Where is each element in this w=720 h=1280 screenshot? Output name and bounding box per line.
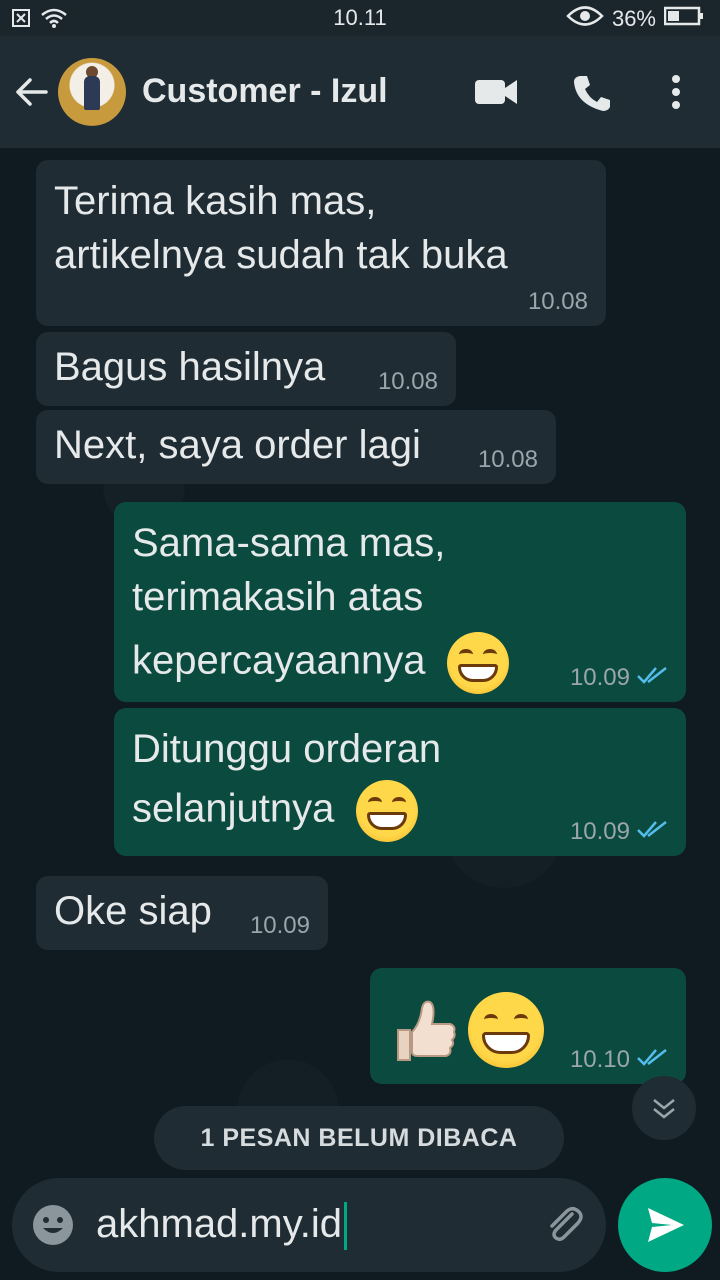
message-text: Terima kasih mas, — [54, 179, 377, 223]
message-time: 10.10 — [569, 1046, 630, 1073]
double-check-read-icon — [636, 818, 668, 846]
message-text: selanjutnya — [132, 786, 335, 831]
eye-icon — [566, 5, 604, 33]
scroll-to-bottom-button[interactable] — [632, 1076, 696, 1140]
phone-call-icon[interactable] — [572, 74, 612, 117]
message-incoming[interactable]: Terima kasih mas, artikelnya sudah tak b… — [36, 160, 606, 326]
message-text: Next, saya order lagi — [54, 423, 421, 467]
send-icon — [646, 1206, 686, 1249]
send-button[interactable] — [618, 1178, 712, 1272]
message-incoming[interactable]: Bagus hasilnya 10.08 — [36, 332, 456, 406]
message-time: 10.09 — [569, 818, 630, 845]
message-input[interactable]: akhmad.my.id — [96, 1202, 342, 1246]
message-text: Ditunggu orderan — [132, 727, 442, 771]
thumbs-up-icon — [388, 994, 460, 1066]
message-outgoing[interactable]: Ditunggu orderan selanjutnya 10.09 — [114, 708, 686, 856]
message-outgoing[interactable]: 10.10 — [370, 968, 686, 1084]
message-text: Oke siap — [54, 889, 212, 933]
text-cursor — [344, 1202, 348, 1251]
double-check-read-icon — [636, 1046, 668, 1074]
message-incoming[interactable]: Oke siap 10.09 — [36, 876, 328, 950]
video-call-icon[interactable] — [474, 74, 518, 115]
message-text: terimakasih atas — [132, 575, 424, 619]
contact-name[interactable]: Customer - Izul — [142, 72, 388, 111]
message-time: 10.09 — [249, 912, 310, 939]
message-composer[interactable]: akhmad.my.id — [12, 1178, 606, 1272]
attachment-icon[interactable] — [542, 1202, 586, 1251]
more-options-icon[interactable] — [664, 74, 688, 115]
unread-messages-banner[interactable]: 1 PESAN BELUM DIBACA — [154, 1106, 564, 1170]
message-time: 10.08 — [527, 288, 588, 315]
grinning-face-icon — [446, 632, 509, 694]
message-time: 10.09 — [569, 664, 630, 691]
back-arrow-icon[interactable] — [14, 74, 50, 115]
grinning-face-icon — [355, 780, 418, 842]
contact-avatar[interactable] — [58, 58, 126, 126]
message-text: artikelnya sudah tak buka — [54, 233, 508, 277]
message-outgoing[interactable]: Sama-sama mas, terimakasih atas kepercay… — [114, 502, 686, 702]
message-time: 10.08 — [477, 446, 538, 473]
message-incoming[interactable]: Next, saya order lagi 10.08 — [36, 410, 556, 484]
double-check-read-icon — [636, 664, 668, 692]
grinning-face-icon — [468, 992, 544, 1068]
chat-header: Customer - Izul — [0, 36, 720, 148]
chevron-double-down-icon — [650, 1094, 678, 1127]
status-bar: 10.11 36% — [0, 0, 720, 36]
message-text: Bagus hasilnya — [54, 345, 326, 389]
message-text: Sama-sama mas, — [132, 521, 446, 565]
message-time: 10.08 — [377, 368, 438, 395]
battery-icon — [663, 5, 704, 33]
emoji-icon[interactable] — [32, 1204, 74, 1251]
battery-percent: 36% — [611, 6, 656, 31]
message-text: kepercayaannya — [132, 638, 426, 683]
